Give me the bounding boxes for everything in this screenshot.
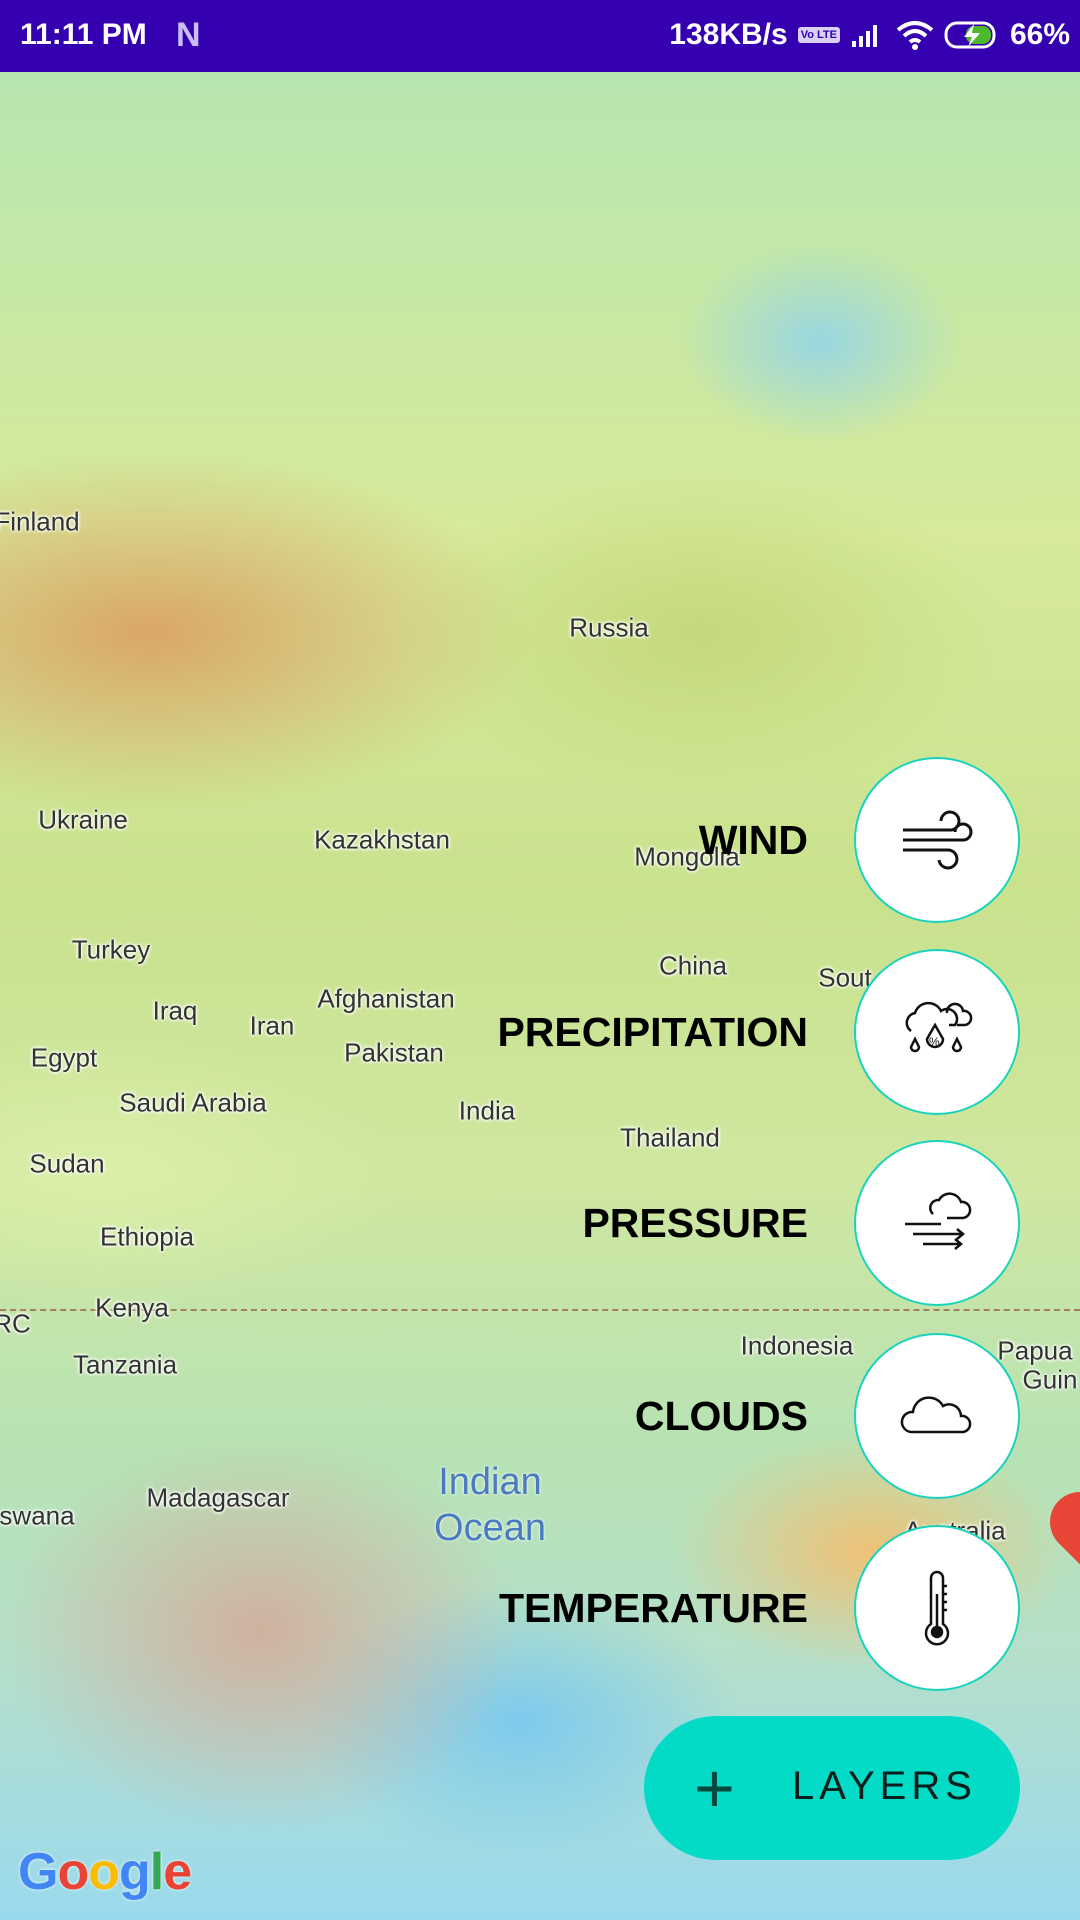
- map-label: Ethiopia: [100, 1221, 194, 1252]
- clouds-button[interactable]: [854, 1333, 1020, 1499]
- map-label: Guin: [1022, 1364, 1078, 1395]
- map-label: Saudi Arabia: [119, 1087, 267, 1118]
- layer-label: PRESSURE: [582, 1199, 808, 1246]
- pressure-icon: [905, 1192, 972, 1250]
- map-label: Finland: [0, 506, 80, 537]
- map-label: Pakistan: [344, 1037, 444, 1068]
- wifi-icon: [896, 21, 934, 50]
- map-label: Ukraine: [38, 804, 128, 835]
- layer-label: WIND: [698, 816, 808, 863]
- network-speed: 138KB/s: [669, 18, 788, 51]
- thermometer-icon: [924, 1570, 950, 1646]
- map-label: Sudan: [29, 1148, 105, 1179]
- map-label: Afghanistan: [317, 983, 455, 1014]
- layer-temperature[interactable]: TEMPERATURE: [499, 1525, 1020, 1691]
- temperature-button[interactable]: [854, 1525, 1020, 1691]
- map-label: Egypt: [30, 1042, 98, 1073]
- map-label: swana: [0, 1500, 75, 1531]
- layer-label: PRECIPITATION: [497, 1008, 808, 1055]
- precipitation-button[interactable]: %: [854, 949, 1020, 1115]
- layer-precipitation[interactable]: PRECIPITATION %: [497, 949, 1020, 1115]
- location-marker[interactable]: [1037, 1479, 1080, 1565]
- ocean-label-line: Indian: [438, 1461, 542, 1503]
- layer-label: CLOUDS: [634, 1392, 808, 1439]
- layer-pressure[interactable]: PRESSURE: [582, 1140, 1020, 1306]
- map-label: Madagascar: [146, 1482, 290, 1513]
- map-label: Kazakhstan: [314, 824, 450, 855]
- map-label: Iraq: [152, 995, 198, 1026]
- signal-icon: [851, 25, 877, 47]
- map-label: RC: [0, 1308, 31, 1339]
- wind-button[interactable]: [854, 757, 1020, 923]
- status-bar: 11:11 PM N 138KB/s Vo LTE 66%: [0, 0, 1080, 72]
- layer-wind[interactable]: WIND: [699, 757, 1020, 923]
- status-time: 11:11 PM: [20, 18, 147, 51]
- wind-icon: [903, 810, 973, 870]
- map-label: Kenya: [95, 1292, 169, 1323]
- notification-icon: N: [176, 16, 201, 54]
- layer-clouds[interactable]: CLOUDS: [635, 1333, 1020, 1499]
- map-label: Turkey: [71, 934, 151, 965]
- cloud-icon: [900, 1396, 972, 1434]
- precipitation-icon: %: [905, 1001, 973, 1053]
- google-logo: Google: [18, 1843, 192, 1901]
- layers-label: LAYERS: [792, 1764, 977, 1808]
- map-label: Russia: [569, 612, 649, 643]
- layers-fab[interactable]: + LAYERS: [644, 1716, 1020, 1860]
- battery-percent: 66%: [1009, 18, 1070, 51]
- map-label: Iran: [249, 1010, 295, 1041]
- battery-charging-icon: [944, 21, 996, 49]
- pressure-button[interactable]: [854, 1140, 1020, 1306]
- plus-icon: +: [694, 1749, 735, 1827]
- volte-icon: Vo LTE: [797, 27, 840, 43]
- svg-text:%: %: [929, 1035, 940, 1049]
- map-label: Tanzania: [72, 1349, 178, 1380]
- layer-label: TEMPERATURE: [498, 1584, 808, 1631]
